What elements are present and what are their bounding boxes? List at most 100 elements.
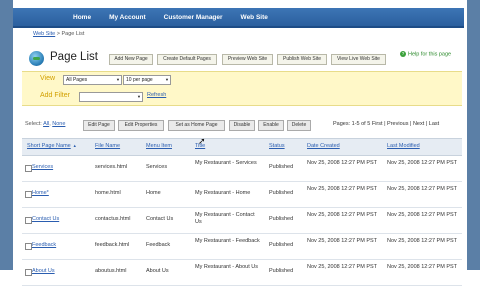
status-cell: Published xyxy=(269,242,294,248)
status-cell: Published xyxy=(269,268,294,274)
edit-properties-button[interactable]: Edit Properties xyxy=(118,120,164,131)
chevron-down-icon: ▼ xyxy=(165,77,169,82)
set-home-page-button[interactable]: Set as Home Page xyxy=(168,120,225,131)
view-select-value: All Pages xyxy=(66,77,88,83)
file-name-cell: home.html xyxy=(95,190,121,196)
pager-separator: | xyxy=(384,121,386,127)
header-file-name[interactable]: File Name xyxy=(95,143,120,149)
pager-next[interactable]: Next xyxy=(413,121,424,127)
status-cell: Published xyxy=(269,216,294,222)
globe-icon xyxy=(29,51,44,66)
status-cell: Published xyxy=(269,190,294,196)
row-checkbox[interactable] xyxy=(25,165,32,172)
date-created-cell: Nov 25, 2008 12:27 PM PST xyxy=(307,186,378,192)
header-status[interactable]: Status xyxy=(269,143,285,149)
nav-customer-manager[interactable]: Customer Manager xyxy=(164,14,223,21)
sort-arrow-icon: ▲ xyxy=(72,143,77,148)
action-bar: Select: All, None Edit Page Edit Propert… xyxy=(22,120,462,131)
create-default-pages-button[interactable]: Create Default Pages xyxy=(157,54,217,65)
add-filter-select[interactable]: ▼ xyxy=(79,92,143,102)
table-row[interactable]: Home* home.html Home My Restaurant - Hom… xyxy=(22,182,462,208)
header-short-page-name[interactable]: Short Page Name ▲ xyxy=(27,143,77,149)
view-select[interactable]: All Pages ▼ xyxy=(63,75,122,85)
edit-page-button[interactable]: Edit Page xyxy=(83,120,115,131)
pager-separator: | xyxy=(425,121,428,127)
file-name-cell: aboutus.html xyxy=(95,268,127,274)
view-label: View xyxy=(40,75,56,82)
select-all-link[interactable]: All xyxy=(43,121,49,127)
enable-button[interactable]: Enable xyxy=(258,120,284,131)
row-checkbox[interactable] xyxy=(25,269,32,276)
table-header: Short Page Name ▲ File Name Menu Item Tit… xyxy=(22,138,462,156)
menu-item-cell: Feedback xyxy=(146,242,171,248)
pager-separator: | xyxy=(409,121,412,127)
breadcrumb-current: Page List xyxy=(61,31,85,37)
publish-web-site-button[interactable]: Publish Web Site xyxy=(277,54,327,65)
short-page-name-link[interactable]: Feedback xyxy=(32,242,56,249)
mouse-pointer-icon: ➚ xyxy=(198,136,206,146)
help-icon: ? xyxy=(400,51,406,57)
table-row[interactable]: Feedback feedback.html Feedback My Resta… xyxy=(22,234,462,260)
header-menu-item[interactable]: Menu Item xyxy=(146,143,172,149)
select-controls: Select: All, None xyxy=(25,121,66,127)
pager-first[interactable]: First xyxy=(372,121,383,127)
title-cell: My Restaurant - Feedback xyxy=(195,238,260,244)
page-title: Page List xyxy=(50,51,98,63)
file-name-cell: contactus.html xyxy=(95,216,131,222)
filter-panel: View All Pages ▼ 10 per page ▼ Add Filter … xyxy=(22,71,462,106)
menu-item-cell: Home xyxy=(146,190,161,196)
title-cell: My Restaurant - Services xyxy=(195,160,257,166)
last-modified-cell: Nov 25, 2008 12:27 PM PST xyxy=(387,160,458,166)
row-checkbox[interactable] xyxy=(25,217,32,224)
short-page-name-link[interactable]: About Us xyxy=(32,268,55,275)
pager-previous[interactable]: Previous xyxy=(387,121,408,127)
chevron-down-icon: ▼ xyxy=(137,94,141,99)
menu-item-cell: About Us xyxy=(146,268,169,274)
select-label: Select: xyxy=(25,121,42,127)
pager-summary: Pages: 1-5 of 5 xyxy=(333,121,371,127)
table-row[interactable]: Services services.html Services My Resta… xyxy=(22,156,462,182)
header-last-modified[interactable]: Last Modified xyxy=(387,143,420,149)
row-checkbox[interactable] xyxy=(25,243,32,250)
disable-button[interactable]: Disable xyxy=(229,120,255,131)
pager-last[interactable]: Last xyxy=(429,121,439,127)
per-page-value: 10 per page xyxy=(126,77,153,83)
breadcrumb-web-site[interactable]: Web Site xyxy=(33,31,55,37)
nav-my-account[interactable]: My Account xyxy=(109,14,146,21)
header-date-created[interactable]: Date Created xyxy=(307,143,340,149)
last-modified-cell: Nov 25, 2008 12:27 PM PST xyxy=(387,186,458,192)
short-page-name-link[interactable]: Services xyxy=(32,164,53,171)
page-table: Short Page Name ▲ File Name Menu Item Tit… xyxy=(22,138,462,286)
short-page-name-link[interactable]: Contact Us xyxy=(32,216,59,223)
per-page-select[interactable]: 10 per page ▼ xyxy=(123,75,171,85)
breadcrumb: Web Site > Page List xyxy=(33,31,84,37)
nav-home[interactable]: Home xyxy=(73,14,91,21)
add-new-page-button[interactable]: Add New Page xyxy=(109,54,153,65)
file-name-cell: services.html xyxy=(95,164,128,170)
top-nav-bar: Home My Account Customer Manager Web Sit… xyxy=(13,8,464,28)
row-checkbox[interactable] xyxy=(25,191,32,198)
view-live-web-site-button[interactable]: View Live Web Site xyxy=(331,54,386,65)
nav-web-site[interactable]: Web Site xyxy=(241,14,268,21)
title-cell: My Restaurant - Home xyxy=(195,190,251,196)
menu-item-cell: Services xyxy=(146,164,168,170)
title-row: Page List Add New Page Create Default Pa… xyxy=(29,50,459,68)
menu-item-cell: Contact Us xyxy=(146,216,174,222)
preview-web-site-button[interactable]: Preview Web Site xyxy=(222,54,273,65)
last-modified-cell: Nov 25, 2008 12:27 PM PST xyxy=(387,212,458,218)
breadcrumb-separator: > xyxy=(56,31,60,37)
help-link[interactable]: ? Help for this page xyxy=(400,51,451,57)
refresh-link[interactable]: Refresh xyxy=(147,92,166,98)
file-name-cell: feedback.html xyxy=(95,242,130,248)
table-row[interactable]: About Us aboutus.html About Us My Restau… xyxy=(22,260,462,286)
left-frame xyxy=(0,0,13,270)
right-frame xyxy=(467,0,480,270)
delete-button[interactable]: Delete xyxy=(287,120,311,131)
last-modified-cell: Nov 25, 2008 12:27 PM PST xyxy=(387,238,458,244)
select-none-link[interactable]: None xyxy=(52,121,65,127)
pager: Pages: 1-5 of 5 First | Previous | Next … xyxy=(333,121,439,127)
table-row[interactable]: Contact Us contactus.html Contact Us My … xyxy=(22,208,462,234)
chevron-down-icon: ▼ xyxy=(116,77,120,82)
title-cell: My Restaurant - Contact Us xyxy=(195,212,255,225)
short-page-name-link[interactable]: Home* xyxy=(32,190,49,197)
